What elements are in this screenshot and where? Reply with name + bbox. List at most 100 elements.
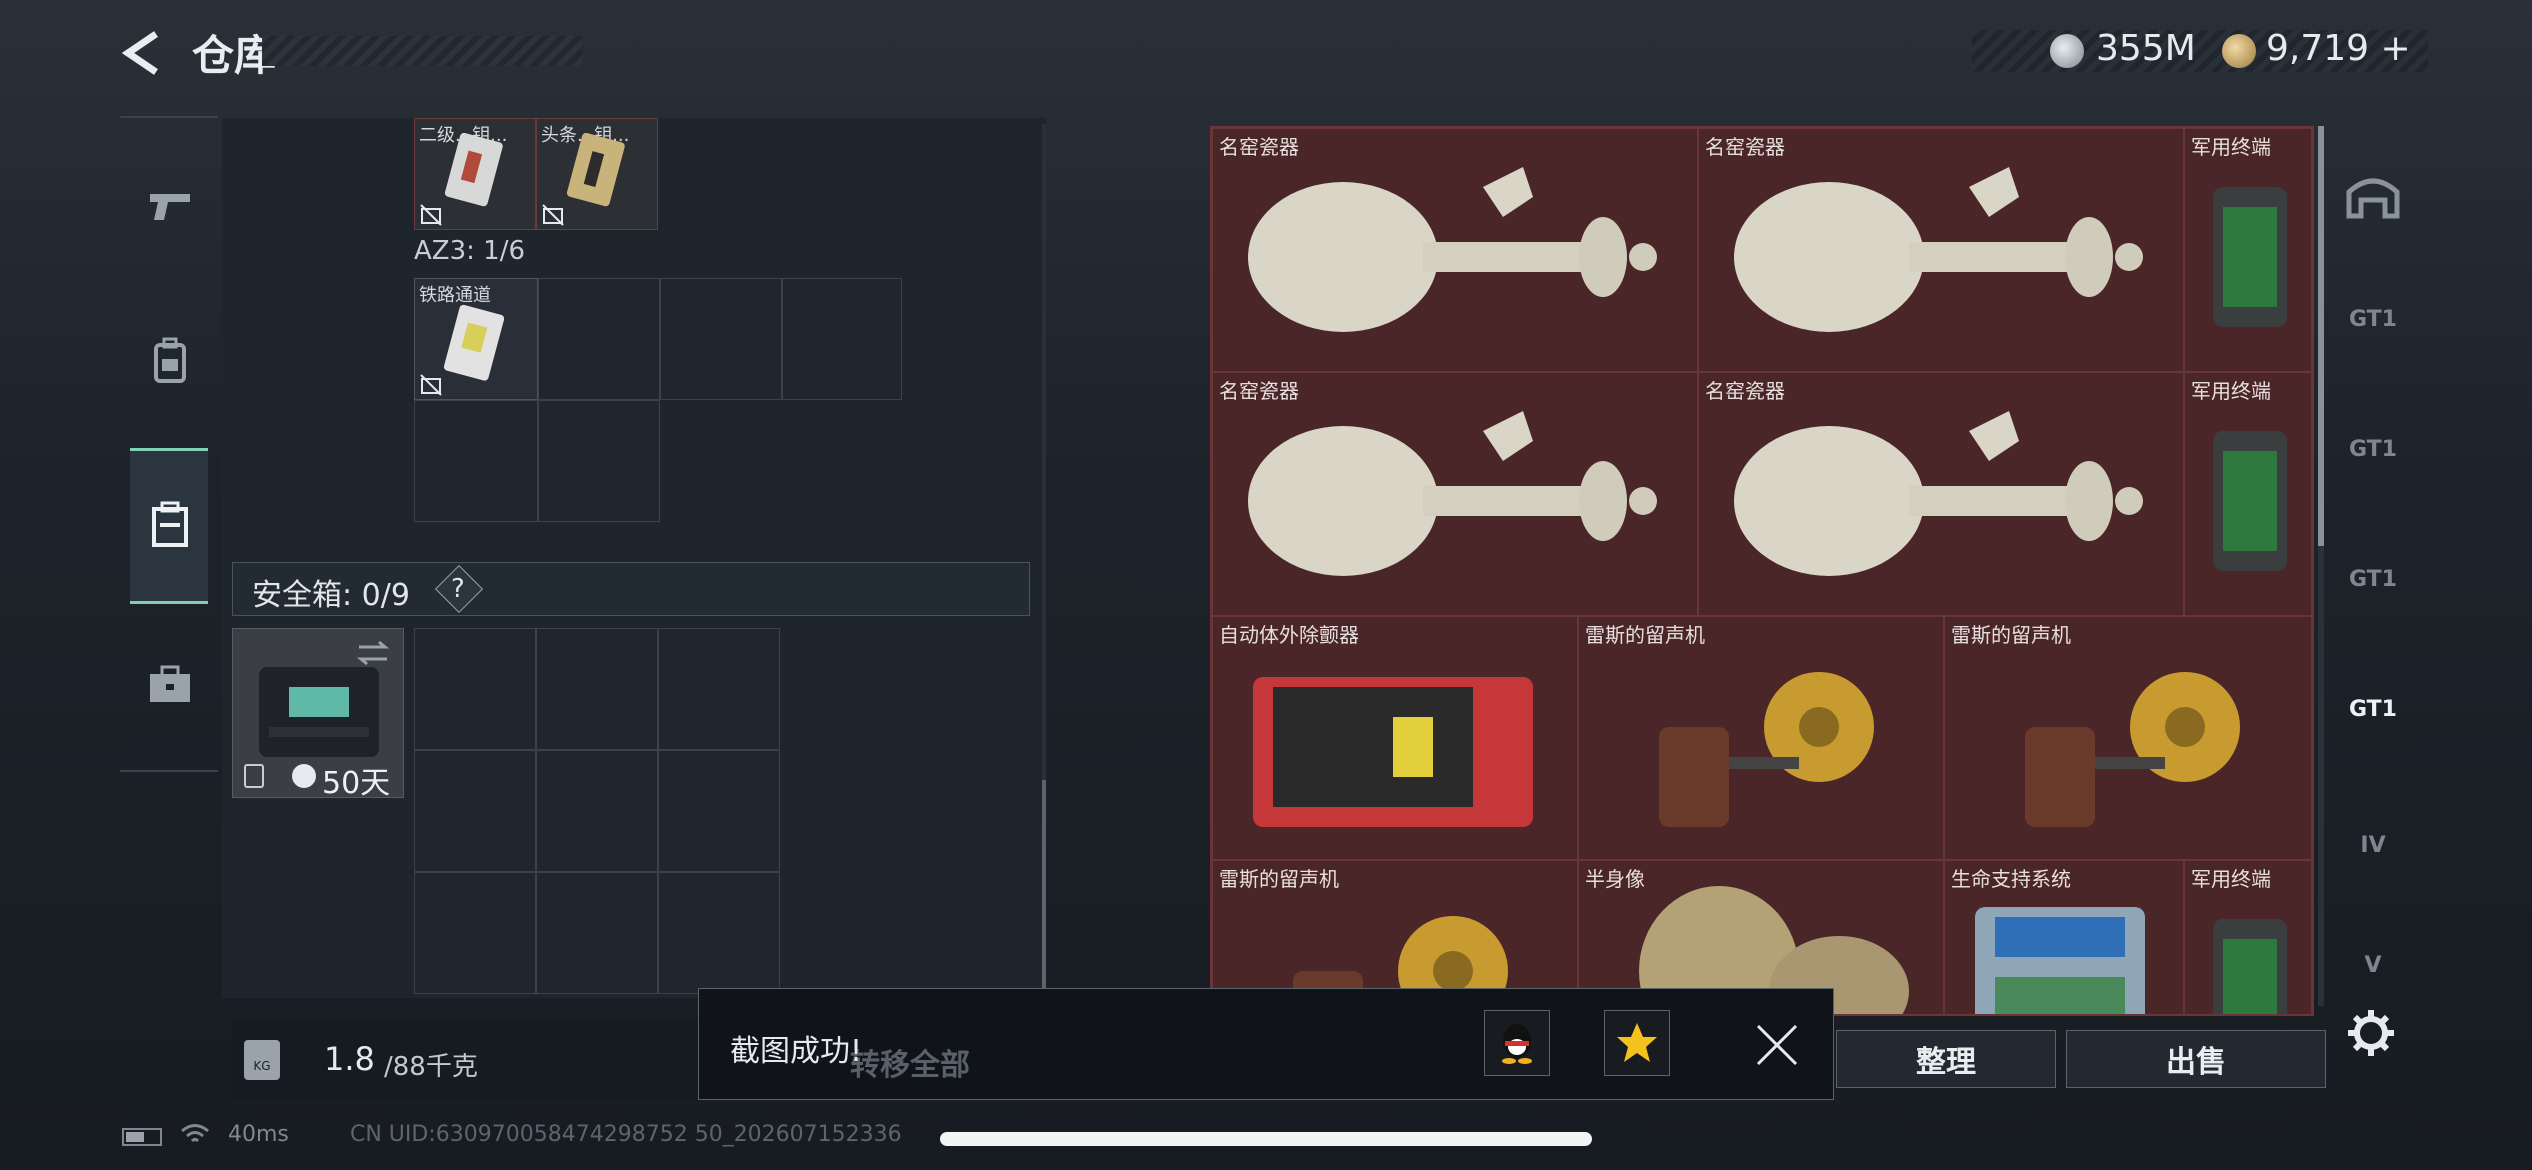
stash-item-terminal[interactable]: 军用终端 [2184,372,2312,616]
pistol-icon [150,194,190,220]
item-name: 军用终端 [2191,867,2271,891]
tab-label: GT1 [2349,566,2397,592]
share-qq-button[interactable] [1484,1010,1550,1076]
item-name: 雷斯的留声机 [1219,867,1339,891]
storage-home-tab[interactable] [2330,160,2416,230]
stash-item-vase[interactable]: 名窑瓷器 [1698,372,2184,616]
stash-item-gramophone[interactable]: 雷斯的留声机 [1578,616,1944,860]
settings-gear-icon[interactable] [2346,1008,2396,1058]
title-decoration [262,36,582,66]
safebox-slot[interactable] [658,750,780,872]
empty-slot[interactable] [538,278,660,400]
stash-item-vase[interactable]: 名窑瓷器 [1698,128,2184,372]
stash-tab-3[interactable]: GT1 [2330,544,2416,614]
transfer-all-button[interactable]: 转移全部 [850,1040,970,1084]
case-days-remaining: 50天 [322,766,391,801]
nav-weapon-tab[interactable] [132,168,208,244]
nav-backpack-tab[interactable] [132,322,208,398]
battery-level [126,1132,144,1142]
silver-amount: 355M [2096,28,2196,69]
lock-icon [244,764,264,788]
safebox-slot[interactable] [414,750,536,872]
item-name: 雷斯的留声机 [1951,623,2071,647]
safebox-slot[interactable] [414,872,536,994]
keycard-icon [567,133,625,207]
item-name: 名窑瓷器 [1219,135,1299,159]
empty-slot[interactable] [414,400,538,522]
clock-icon [292,764,316,788]
vase-icon [1248,411,1657,576]
nav-case-tab[interactable] [132,486,208,562]
terminal-icon [2213,431,2287,571]
life-support-icon [1975,907,2145,1014]
weight-icon: KG [244,1040,280,1080]
share-qzone-button[interactable] [1604,1010,1670,1076]
stash-tab-5[interactable]: IV [2330,810,2416,880]
stash-item-terminal[interactable]: 军用终端 [2184,860,2312,1014]
sell-button[interactable]: 出售 [2066,1030,2326,1088]
keycard-icon [445,133,503,207]
stash-item-defibrillator[interactable]: 自动体外除颤器 [1212,616,1578,860]
empty-slot[interactable] [660,278,782,400]
stash-tab-4[interactable]: GT1 [2330,674,2416,744]
stash-scrollbar-thumb[interactable] [2318,126,2324,546]
back-arrow-icon[interactable] [118,28,168,78]
toast-message: 截图成功! [730,1034,863,1069]
tab-label: IV [2360,832,2386,858]
item-name: 名窑瓷器 [1705,135,1785,159]
safebox-slot[interactable] [414,628,536,750]
safebox-slot[interactable] [536,628,658,750]
stash-item-gramophone[interactable]: 雷斯的留声机 [1944,616,2312,860]
safebox-slot[interactable] [536,872,658,994]
home-indicator[interactable] [940,1132,1592,1146]
nav-divider [120,770,218,772]
weight-value: 1.8 [324,1040,375,1078]
stash-tab-2[interactable]: GT1 [2330,414,2416,484]
safebox-slot[interactable] [536,750,658,872]
help-icon-glyph: ? [451,574,465,604]
item-name: 雷斯的留声机 [1585,623,1705,647]
stash-tab-6[interactable]: V [2330,930,2416,1000]
nav-divider [120,116,218,118]
gold-amount[interactable]: 9,719 + [2266,28,2411,69]
transfer-icon [356,640,390,666]
gold-value: 9,719 [2266,28,2370,69]
close-icon[interactable] [1752,1020,1802,1070]
item-name: 自动体外除颤器 [1219,623,1359,647]
keycard-railway[interactable]: 铁路通道 [414,278,538,400]
no-trade-icon [420,204,442,226]
inventory-scrollbar-thumb[interactable] [1042,780,1046,990]
gold-add-icon[interactable]: + [2381,28,2411,69]
empty-slot[interactable] [782,278,902,400]
silver-coin-icon [2050,34,2084,68]
stash-tab-1[interactable]: GT1 [2330,284,2416,354]
safebox-capacity-label: 安全箱: 0/9 [252,578,410,613]
item-name: 军用终端 [2191,135,2271,159]
wifi-icon [181,1124,209,1143]
stash-grid: 名窑瓷器 名窑瓷器 军用终端 名窑瓷器 名窑瓷器 军用终端 自动体外除颤器 雷斯… [1210,126,2314,1016]
safebox-slot[interactable] [658,628,780,750]
vase-icon [1248,167,1657,332]
key-item-2[interactable]: 头条...钥... [536,118,658,230]
az3-capacity-label: AZ3: 1/6 [414,236,526,266]
nav-toolbox-tab[interactable] [132,646,208,722]
storage-home-icon [2346,178,2400,219]
toolbox-icon [150,665,190,702]
defibrillator-icon [1253,677,1533,827]
user-uid: CN UID:630970058474298752 50_20260715233… [350,1122,902,1147]
safebox-slot[interactable] [658,872,780,994]
gold-coin-icon [2222,34,2256,68]
gramophone-icon [2025,672,2240,827]
sort-button[interactable]: 整理 [1836,1030,2056,1088]
empty-slot[interactable] [538,400,660,522]
stash-item-vase[interactable]: 名窑瓷器 [1212,128,1698,372]
tab-label: GT1 [2349,436,2397,462]
tab-label: GT1 [2349,696,2397,722]
stash-item-vase[interactable]: 名窑瓷器 [1212,372,1698,616]
case-icon [152,501,188,547]
gramophone-icon [1659,672,1874,827]
key-item-1[interactable]: 二级...钥... [414,118,536,230]
stash-item-terminal[interactable]: 军用终端 [2184,128,2312,372]
stash-item-life-support[interactable]: 生命支持系统 [1944,860,2184,1014]
vase-icon [1734,167,2143,332]
